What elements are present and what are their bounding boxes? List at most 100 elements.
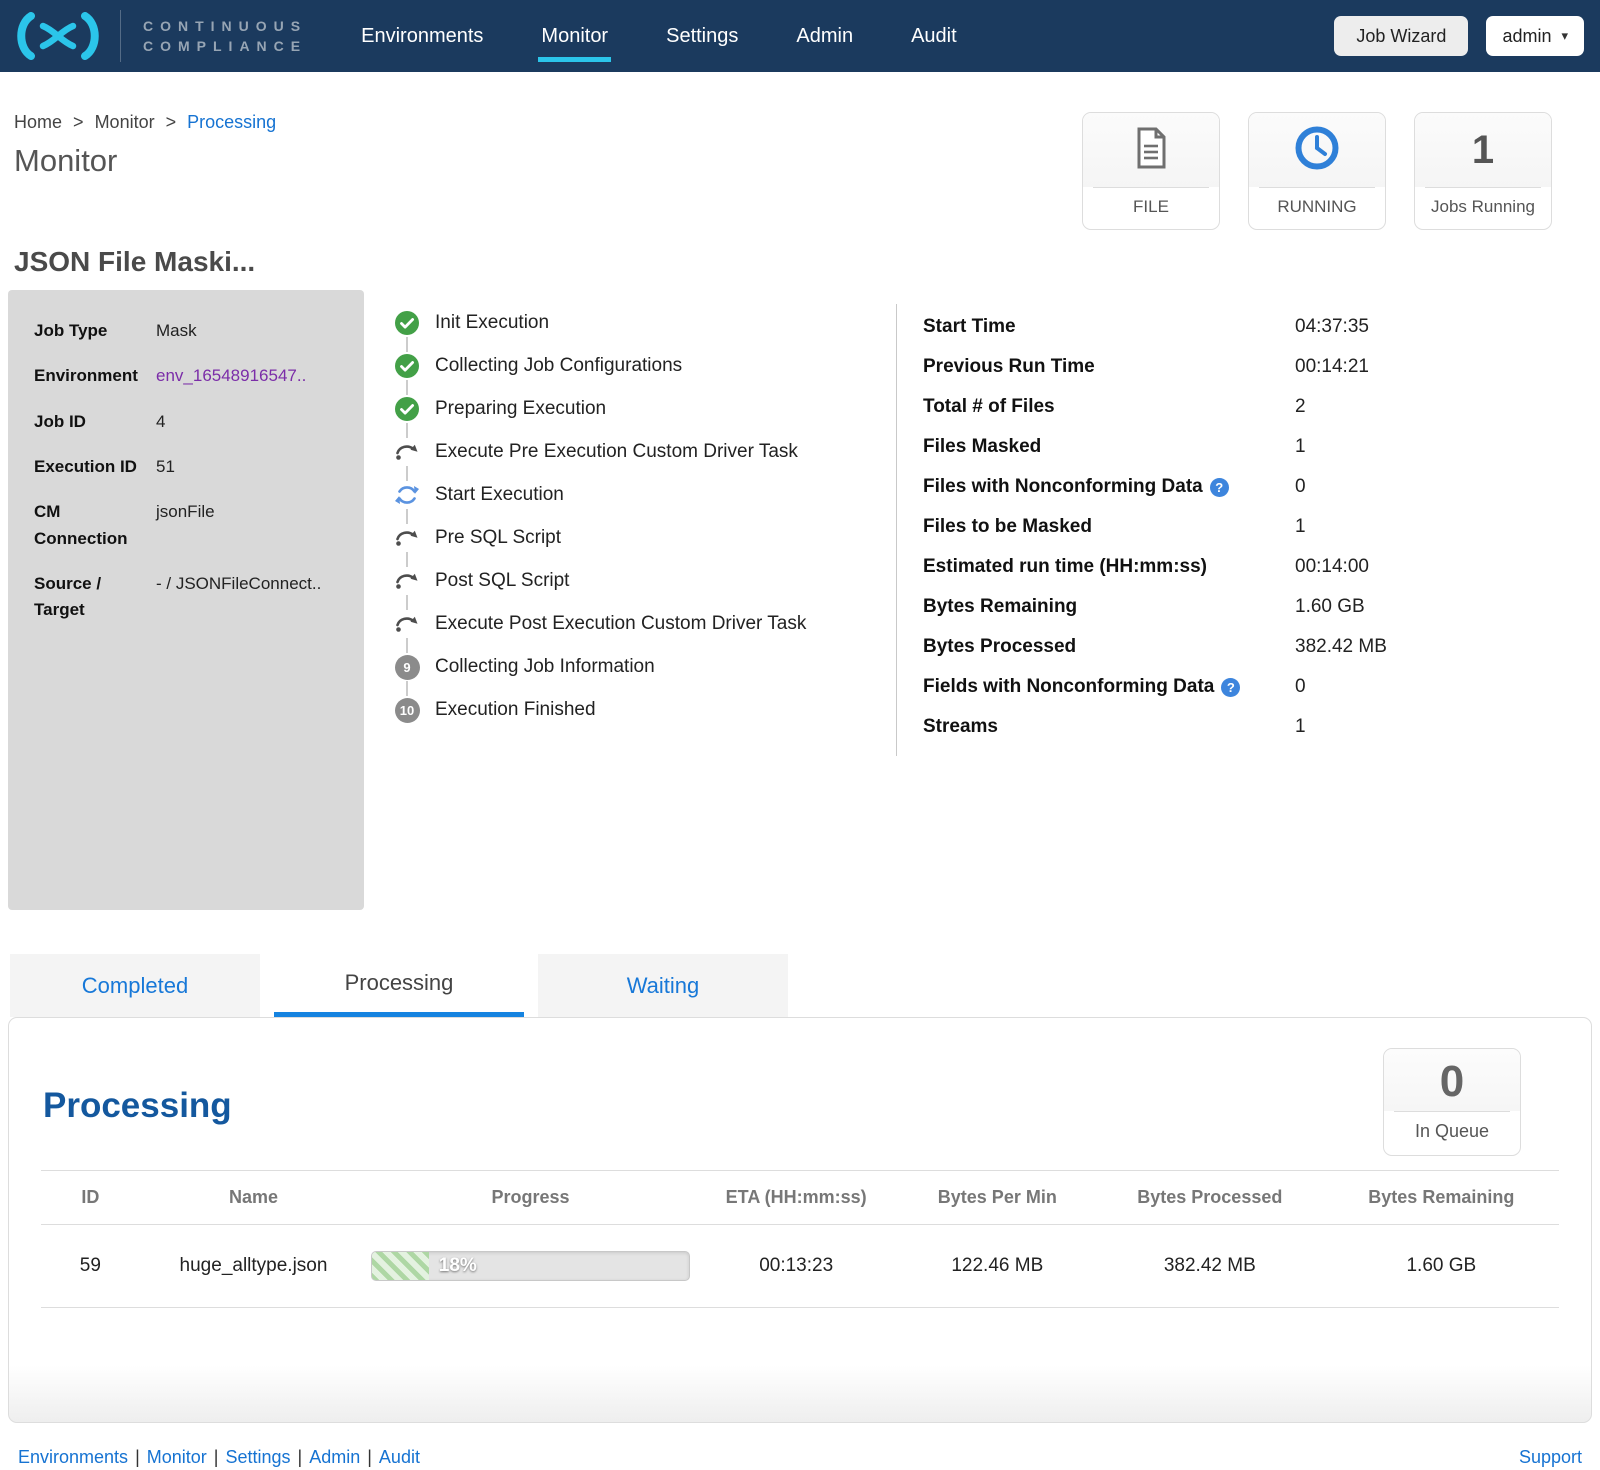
footer-links: Environments|Monitor|Settings|Admin|Audi…	[18, 1447, 420, 1468]
summary-cards: FILE RUNNING 1 Jobs Running	[1082, 112, 1552, 230]
check-circle-icon	[394, 353, 420, 379]
step-execution-finished: 10 Execution Finished	[394, 697, 896, 723]
footer-link-audit[interactable]: Audit	[379, 1447, 420, 1467]
breadcrumb-separator: >	[166, 112, 177, 132]
footer-link-environments[interactable]: Environments	[18, 1447, 128, 1467]
execution-steps: Init Execution Collecting Job Configurat…	[364, 290, 896, 910]
brand-logo-icon	[14, 12, 102, 60]
step-preparing-execution: Preparing Execution	[394, 396, 896, 422]
job-id-value: 4	[156, 409, 169, 435]
jobs-running-count: 1	[1472, 128, 1494, 173]
status-card: RUNNING	[1248, 112, 1386, 230]
files-to-be-masked-label: Files to be Masked	[923, 516, 1092, 538]
col-header-bytes-remaining: Bytes Remaining	[1324, 1171, 1559, 1225]
footer-link-support[interactable]: Support	[1519, 1447, 1582, 1468]
previous-run-time-label: Previous Run Time	[923, 356, 1095, 378]
footer-link-settings[interactable]: Settings	[225, 1447, 290, 1467]
step-post-sql-script: Post SQL Script	[394, 568, 896, 594]
breadcrumb-processing[interactable]: Processing	[187, 112, 276, 132]
in-queue-count: 0	[1384, 1049, 1520, 1111]
nav-settings[interactable]: Settings	[666, 25, 738, 48]
nav-audit[interactable]: Audit	[911, 25, 957, 48]
files-masked-value: 1	[1295, 436, 1306, 458]
page-header: Home > Monitor > Processing Monitor	[0, 72, 1600, 230]
tab-waiting[interactable]: Waiting	[538, 954, 788, 1017]
job-type-value: Mask	[156, 318, 201, 344]
previous-run-time-value: 00:14:21	[1295, 356, 1369, 378]
cm-connection-label: CM Connection	[34, 499, 156, 552]
skip-arrow-icon	[394, 525, 420, 551]
nav-environments[interactable]: Environments	[361, 25, 483, 48]
environment-link[interactable]: env_16548916547..	[156, 363, 310, 389]
job-type-label: Job Type	[34, 318, 156, 344]
breadcrumb-home[interactable]: Home	[14, 112, 62, 132]
table-row[interactable]: 59 huge_alltype.json 18% 00:13:23 122.46…	[41, 1225, 1559, 1308]
execution-id-value: 51	[156, 454, 179, 480]
total-files-value: 2	[1295, 396, 1306, 418]
streams-value: 1	[1295, 716, 1306, 738]
user-menu-label: admin	[1502, 26, 1551, 47]
skip-arrow-icon	[394, 611, 420, 637]
bytes-remaining-value: 1.60 GB	[1295, 596, 1365, 618]
cm-connection-value: jsonFile	[156, 499, 219, 552]
source-target-label: Source / Target	[34, 571, 156, 624]
job-name-heading: JSON File Maski...	[14, 246, 1600, 278]
brand-text: CONTINUOUS COMPLIANCE	[143, 16, 307, 57]
bytes-processed-value: 382.42 MB	[1295, 636, 1387, 658]
files-masked-label: Files Masked	[923, 436, 1041, 458]
main-nav: Environments Monitor Settings Admin Audi…	[361, 25, 957, 48]
step-collecting-job-information: 9 Collecting Job Information	[394, 654, 896, 680]
start-time-value: 04:37:35	[1295, 316, 1369, 338]
tab-completed[interactable]: Completed	[10, 954, 260, 1017]
table-header-row: ID Name Progress ETA (HH:mm:ss) Bytes Pe…	[41, 1171, 1559, 1225]
total-files-label: Total # of Files	[923, 396, 1055, 418]
tab-processing[interactable]: Processing	[274, 954, 524, 1017]
col-header-bytes-processed: Bytes Processed	[1096, 1171, 1324, 1225]
job-info-panel: Job TypeMask Environmentenv_16548916547.…	[8, 290, 364, 910]
files-nonconforming-label: Files with Nonconforming Data	[923, 476, 1203, 498]
step-pre-sql-script: Pre SQL Script	[394, 525, 896, 551]
job-stats-panel: Start Time04:37:35 Previous Run Time00:1…	[897, 290, 1592, 910]
in-queue-label: In Queue	[1384, 1112, 1520, 1155]
progress-label: 18%	[439, 1255, 477, 1277]
job-id-label: Job ID	[34, 409, 156, 435]
col-header-eta: ETA (HH:mm:ss)	[694, 1171, 899, 1225]
jobs-running-card: 1 Jobs Running	[1414, 112, 1552, 230]
col-header-id: ID	[41, 1171, 140, 1225]
help-icon[interactable]: ?	[1210, 478, 1229, 497]
nav-admin[interactable]: Admin	[796, 25, 853, 48]
execution-id-label: Execution ID	[34, 454, 156, 480]
progress-fill	[372, 1252, 429, 1280]
environment-label: Environment	[34, 363, 156, 389]
job-wizard-button[interactable]: Job Wizard	[1334, 16, 1468, 56]
page-title: Monitor	[14, 143, 276, 179]
page-footer: Environments|Monitor|Settings|Admin|Audi…	[18, 1447, 1582, 1468]
file-type-card: FILE	[1082, 112, 1220, 230]
footer-link-monitor[interactable]: Monitor	[147, 1447, 207, 1467]
file-icon	[1132, 126, 1170, 175]
user-menu-button[interactable]: admin ▾	[1486, 16, 1584, 56]
job-detail-section: Job TypeMask Environmentenv_16548916547.…	[8, 290, 1592, 910]
cell-id: 59	[41, 1225, 140, 1308]
breadcrumb-monitor[interactable]: Monitor	[95, 112, 155, 132]
check-circle-icon	[394, 310, 420, 336]
col-header-bytes-per-min: Bytes Per Min	[899, 1171, 1096, 1225]
step-number-icon: 9	[394, 654, 420, 680]
footer-link-admin[interactable]: Admin	[309, 1447, 360, 1467]
processing-panel: Processing 0 In Queue ID Name Progress E…	[8, 1017, 1592, 1423]
jobs-running-label: Jobs Running	[1415, 188, 1551, 229]
nav-monitor[interactable]: Monitor	[541, 25, 608, 48]
step-init-execution: Init Execution	[394, 310, 896, 336]
help-icon[interactable]: ?	[1221, 678, 1240, 697]
files-to-be-masked-value: 1	[1295, 516, 1306, 538]
cell-name: huge_alltype.json	[140, 1225, 368, 1308]
fields-nonconforming-label: Fields with Nonconforming Data	[923, 676, 1214, 698]
estimated-run-time-label: Estimated run time (HH:mm:ss)	[923, 556, 1207, 578]
col-header-name: Name	[140, 1171, 368, 1225]
estimated-run-time-value: 00:14:00	[1295, 556, 1369, 578]
cell-bytes-remaining: 1.60 GB	[1324, 1225, 1559, 1308]
file-card-label: FILE	[1083, 188, 1219, 229]
fields-nonconforming-value: 0	[1295, 676, 1306, 698]
cell-bytes-processed: 382.42 MB	[1096, 1225, 1324, 1308]
cell-eta: 00:13:23	[694, 1225, 899, 1308]
